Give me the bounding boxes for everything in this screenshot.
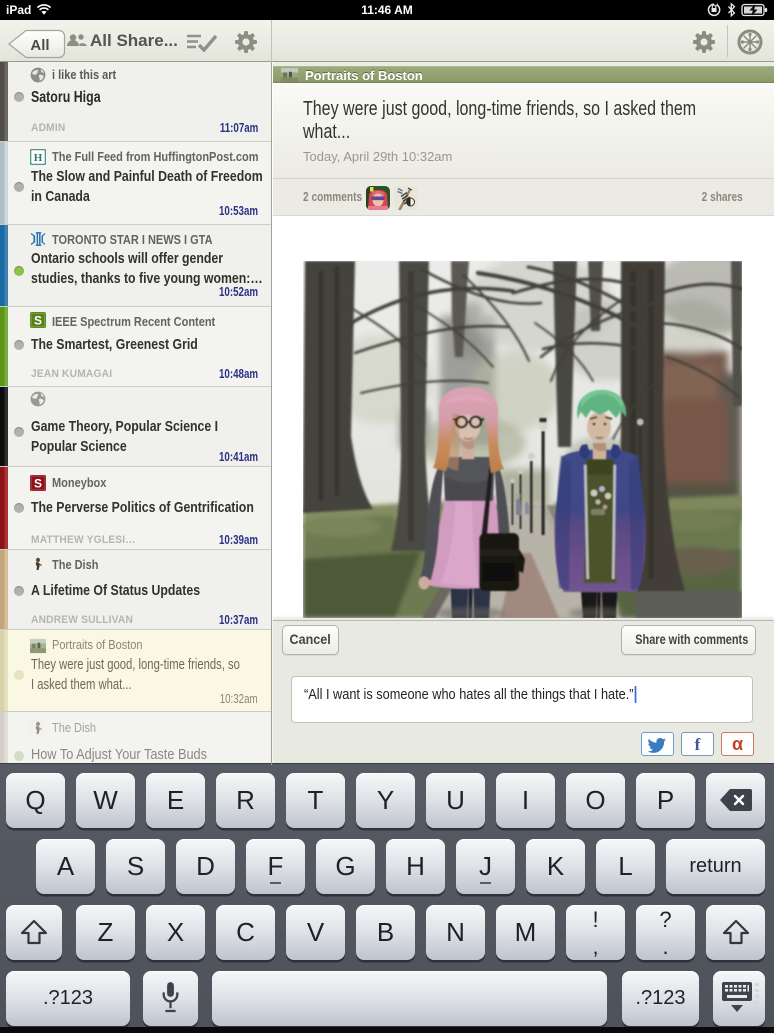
svg-text:H: H [34,152,43,164]
svg-text:All: All [30,37,49,54]
svg-text:S: S [34,477,42,491]
svg-text:S: S [34,314,42,328]
